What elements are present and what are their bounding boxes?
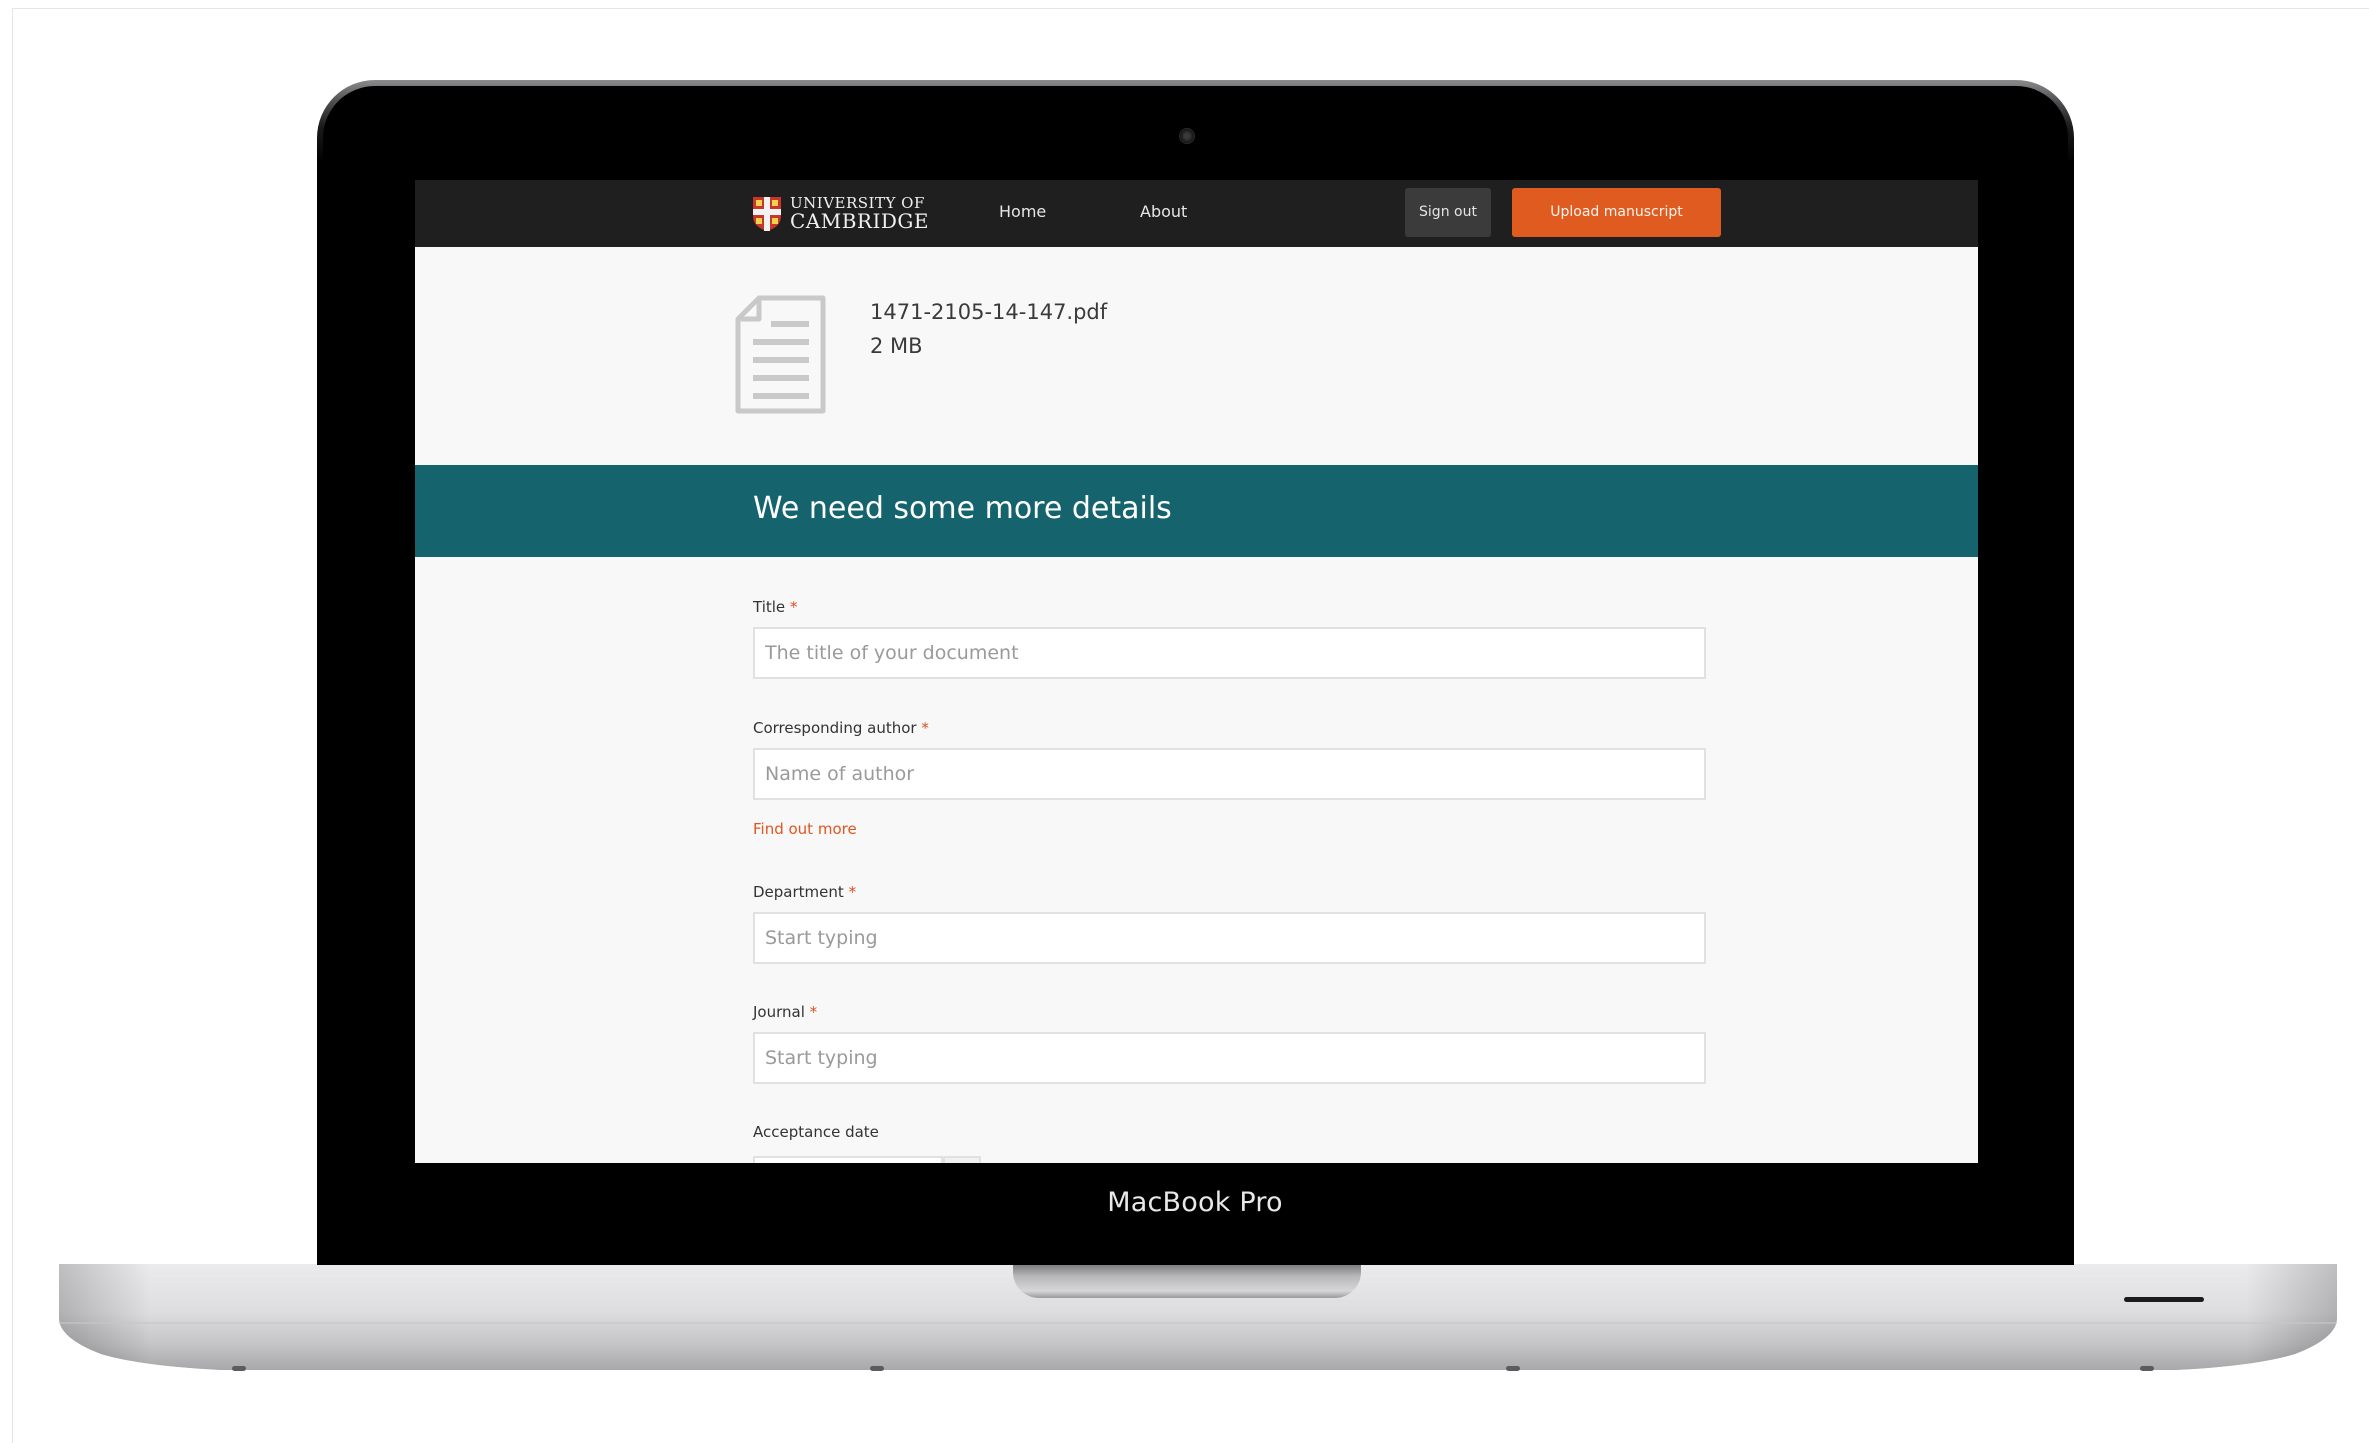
nav-home-link[interactable]: Home xyxy=(999,202,1046,221)
laptop-foot xyxy=(1506,1366,1520,1371)
university-logo[interactable]: UNIVERSITY OF CAMBRIDGE xyxy=(752,192,942,236)
acceptance-date-label: Acceptance date xyxy=(753,1123,879,1141)
department-input[interactable] xyxy=(753,912,1706,964)
date-picker-button[interactable] xyxy=(943,1156,981,1163)
navbar: UNIVERSITY OF CAMBRIDGE Home About Sign … xyxy=(415,180,1978,247)
journal-label: Journal * xyxy=(753,1003,817,1021)
shield-icon xyxy=(753,197,781,231)
required-marker: * xyxy=(848,883,857,901)
drive-slot xyxy=(2124,1297,2204,1302)
author-input[interactable] xyxy=(753,748,1706,800)
sign-out-button[interactable]: Sign out xyxy=(1405,188,1491,237)
browser-screen: UNIVERSITY OF CAMBRIDGE Home About Sign … xyxy=(415,180,1978,1163)
required-marker: * xyxy=(809,1003,818,1021)
title-label: Title * xyxy=(753,598,797,616)
details-banner: We need some more details xyxy=(415,465,1978,557)
journal-input[interactable] xyxy=(753,1032,1706,1084)
document-icon xyxy=(735,295,826,414)
department-label: Department * xyxy=(753,883,856,901)
laptop-foot xyxy=(870,1366,884,1371)
file-name: 1471-2105-14-147.pdf xyxy=(870,300,1108,324)
laptop-foot xyxy=(232,1366,246,1371)
camera-icon xyxy=(1179,128,1195,144)
device-label: MacBook Pro xyxy=(1107,1187,1283,1218)
file-size: 2 MB xyxy=(870,334,923,358)
department-label-text: Department xyxy=(753,883,844,901)
banner-title: We need some more details xyxy=(753,491,1172,526)
find-out-more-link[interactable]: Find out more xyxy=(753,820,857,838)
acceptance-date-input[interactable] xyxy=(753,1156,943,1163)
title-input[interactable] xyxy=(753,627,1706,679)
upload-manuscript-button[interactable]: Upload manuscript xyxy=(1512,188,1721,237)
stage: MacBook Pro UNIVERSITY OF CAMBRIDGE Home… xyxy=(0,0,2369,1443)
frame-line-top xyxy=(12,8,2369,9)
required-marker: * xyxy=(789,598,798,616)
frame-line-left xyxy=(12,8,13,1443)
title-label-text: Title xyxy=(753,598,786,616)
author-label-text: Corresponding author xyxy=(753,719,917,737)
journal-label-text: Journal xyxy=(753,1003,805,1021)
logo-text-line2: CAMBRIDGE xyxy=(790,209,929,233)
required-marker: * xyxy=(921,719,929,737)
laptop-foot xyxy=(2140,1366,2154,1371)
trackpad-notch xyxy=(1013,1262,1361,1298)
nav-about-link[interactable]: About xyxy=(1140,202,1187,221)
author-label: Corresponding author * xyxy=(753,719,929,737)
